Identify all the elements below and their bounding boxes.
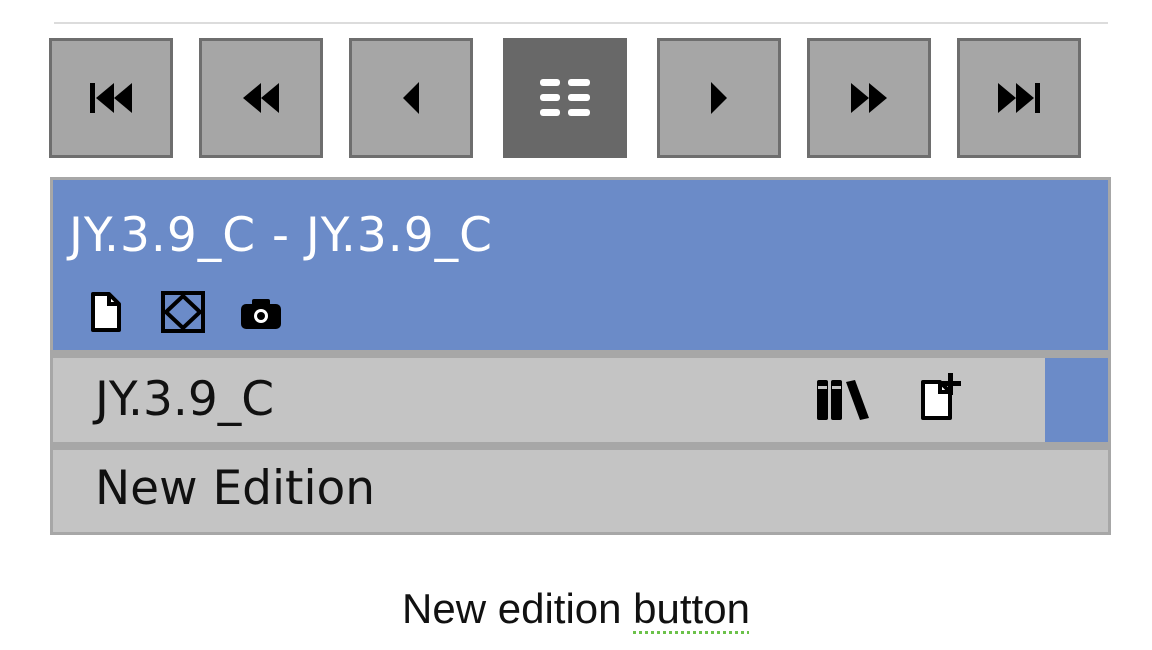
record-header: JY.3.9_C - JY.3.9_C	[53, 180, 1108, 350]
next-record-button[interactable]	[657, 38, 781, 158]
new-edition-button[interactable]: New Edition	[53, 450, 1108, 532]
diamond-frame-icon[interactable]	[160, 290, 206, 334]
selection-marker	[1045, 358, 1108, 442]
camera-icon[interactable]	[239, 297, 283, 331]
first-page-icon	[90, 83, 132, 113]
add-document-icon[interactable]	[918, 372, 964, 422]
next-page-icon	[851, 83, 887, 113]
document-icon[interactable]	[89, 290, 123, 334]
library-icon[interactable]	[815, 378, 871, 422]
previous-record-button[interactable]	[349, 38, 473, 158]
caption-flagged-word: button	[633, 585, 750, 632]
first-record-button[interactable]	[49, 38, 173, 158]
last-record-button[interactable]	[957, 38, 1081, 158]
step-forward-icon	[711, 82, 727, 114]
step-back-icon	[403, 82, 419, 114]
list-view-button[interactable]	[503, 38, 627, 158]
caption-text: New edition	[402, 585, 634, 632]
record-title: JY.3.9_C - JY.3.9_C	[69, 208, 493, 263]
record-panel: JY.3.9_C - JY.3.9_C JY.3.9_C New Edition	[50, 177, 1111, 535]
top-divider	[54, 22, 1108, 24]
previous-page-icon	[243, 83, 279, 113]
next-page-button[interactable]	[807, 38, 931, 158]
edition-label: JY.3.9_C	[95, 372, 275, 427]
record-navigation-toolbar	[0, 38, 1152, 162]
list-view-icon	[540, 79, 590, 116]
new-edition-label: New Edition	[95, 461, 376, 516]
edition-row[interactable]: JY.3.9_C	[53, 358, 1108, 442]
figure-caption: New edition button	[0, 585, 1152, 633]
previous-page-button[interactable]	[199, 38, 323, 158]
last-page-icon	[998, 83, 1040, 113]
